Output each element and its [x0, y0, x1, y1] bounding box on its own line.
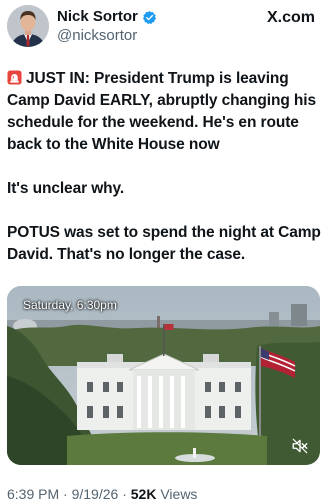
tweet-text: JUST IN: President Trump is leaving Camp… — [7, 68, 323, 266]
author-display-name[interactable]: Nick Sortor — [57, 8, 138, 26]
tweet-paragraph-1-text: JUST IN: President Trump is leaving Camp… — [7, 70, 317, 153]
tweet-video[interactable]: Saturday, 6:30pm — [7, 286, 320, 465]
tweet-paragraph-2: It's unclear why. — [7, 180, 125, 197]
verified-badge-icon — [142, 10, 157, 25]
author-name[interactable]: Nick Sortor — [57, 8, 157, 26]
siren-icon — [7, 70, 22, 85]
author-handle[interactable]: @nicksortor — [57, 27, 137, 45]
muted-speaker-icon[interactable] — [291, 437, 309, 455]
video-timestamp-overlay: Saturday, 6:30pm — [23, 298, 117, 312]
site-label: X.com — [266, 9, 315, 26]
tweet-paragraph-1: JUST IN: President Trump is leaving Camp… — [7, 68, 323, 156]
tweet-paragraph-3: POTUS was set to spend the night at Camp… — [7, 224, 321, 263]
author-avatar[interactable] — [7, 5, 49, 47]
